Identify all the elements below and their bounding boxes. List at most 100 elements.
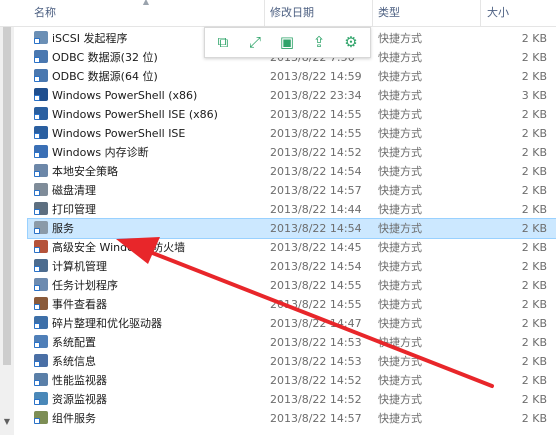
file-row[interactable]: 系统配置 2013/8/22 14:53 快捷方式 2 KB — [28, 333, 556, 352]
file-name: 碎片整理和优化驱动器 — [52, 317, 162, 330]
file-date: 2013/8/22 14:52 — [270, 374, 362, 387]
file-size: 3 KB — [521, 89, 547, 102]
file-size: 2 KB — [521, 108, 547, 121]
gear-icon[interactable]: ⚙ — [339, 31, 363, 53]
shortcut-icon — [34, 354, 49, 369]
file-row[interactable]: Windows 内存诊断 2013/8/22 14:52 快捷方式 2 KB — [28, 143, 556, 162]
file-row[interactable]: ODBC 数据源(64 位) 2013/8/22 14:59 快捷方式 2 KB — [28, 67, 556, 86]
shortcut-icon — [34, 126, 49, 141]
file-row[interactable]: 计算机管理 2013/8/22 14:54 快捷方式 2 KB — [28, 257, 556, 276]
file-type: 快捷方式 — [378, 146, 422, 159]
shortcut-icon — [34, 31, 49, 46]
file-type: 快捷方式 — [378, 51, 422, 64]
file-type: 快捷方式 — [378, 203, 422, 216]
file-size: 2 KB — [521, 165, 547, 178]
shortcut-icon — [34, 278, 49, 293]
file-type: 快捷方式 — [378, 336, 422, 349]
file-date: 2013/8/22 14:55 — [270, 108, 362, 121]
scroll-down-icon[interactable]: ▼ — [2, 417, 12, 427]
shortcut-icon — [34, 88, 49, 103]
file-type: 快捷方式 — [378, 412, 422, 425]
file-name: 任务计划程序 — [52, 279, 118, 292]
shortcut-icon — [34, 145, 49, 160]
file-date: 2013/8/22 14:53 — [270, 355, 362, 368]
file-type: 快捷方式 — [378, 70, 422, 83]
file-row[interactable]: 资源监视器 2013/8/22 14:52 快捷方式 2 KB — [28, 390, 556, 409]
shortcut-icon — [34, 392, 49, 407]
column-header-type[interactable]: 类型 — [378, 5, 400, 21]
file-size: 2 KB — [521, 336, 547, 349]
file-row[interactable]: Windows PowerShell ISE (x86) 2013/8/22 14… — [28, 105, 556, 124]
file-name: 系统信息 — [52, 355, 96, 368]
column-divider[interactable] — [264, 0, 265, 26]
column-header-name[interactable]: 名称 — [34, 5, 56, 21]
column-header-size[interactable]: 大小 — [487, 5, 509, 21]
shortcut-icon — [34, 373, 49, 388]
file-date: 2013/8/22 14:54 — [270, 260, 362, 273]
column-divider[interactable] — [372, 0, 373, 26]
share-icon[interactable]: ⇪ — [307, 31, 331, 53]
file-date: 2013/8/22 14:45 — [270, 241, 362, 254]
shortcut-icon — [34, 69, 49, 84]
file-size: 2 KB — [521, 203, 547, 216]
file-row[interactable]: Windows PowerShell (x86) 2013/8/22 23:34 快… — [28, 86, 556, 105]
file-row[interactable]: 打印管理 2013/8/22 14:44 快捷方式 2 KB — [28, 200, 556, 219]
file-type: 快捷方式 — [378, 317, 422, 330]
file-size: 2 KB — [521, 393, 547, 406]
file-size: 2 KB — [521, 279, 547, 292]
file-name: Windows PowerShell ISE (x86) — [52, 108, 218, 121]
file-size: 2 KB — [521, 70, 547, 83]
file-type: 快捷方式 — [378, 393, 422, 406]
file-date: 2013/8/22 14:55 — [270, 279, 362, 292]
file-size: 2 KB — [521, 127, 547, 140]
vertical-scrollbar[interactable]: ▲ ▼ — [0, 0, 14, 435]
column-divider[interactable] — [480, 0, 481, 26]
expand-icon[interactable]: ⤢ — [243, 31, 267, 53]
file-type: 快捷方式 — [378, 279, 422, 292]
file-row[interactable]: 服务 2013/8/22 14:54 快捷方式 2 KB — [27, 218, 556, 239]
file-date: 2013/8/22 14:53 — [270, 336, 362, 349]
file-name: 高级安全 Windows 防火墙 — [52, 241, 186, 254]
file-row[interactable]: Windows PowerShell ISE 2013/8/22 14:55 快捷方… — [28, 124, 556, 143]
column-header-date[interactable]: 修改日期 — [270, 5, 314, 21]
file-size: 2 KB — [521, 317, 547, 330]
shortcut-icon — [34, 164, 49, 179]
file-date: 2013/8/22 23:34 — [270, 89, 362, 102]
file-type: 快捷方式 — [378, 184, 422, 197]
shortcut-icon — [34, 221, 49, 236]
file-name: 本地安全策略 — [52, 165, 118, 178]
file-size: 2 KB — [521, 146, 547, 159]
shortcut-icon — [34, 411, 49, 426]
shortcut-icon — [34, 240, 49, 255]
file-type: 快捷方式 — [378, 374, 422, 387]
file-row[interactable]: 事件查看器 2013/8/22 14:55 快捷方式 2 KB — [28, 295, 556, 314]
file-size: 2 KB — [521, 298, 547, 311]
file-date: 2013/8/22 14:54 — [270, 165, 362, 178]
file-size: 2 KB — [521, 51, 547, 64]
file-date: 2013/8/22 14:44 — [270, 203, 362, 216]
file-row[interactable]: 系统信息 2013/8/22 14:53 快捷方式 2 KB — [28, 352, 556, 371]
file-size: 2 KB — [521, 412, 547, 425]
save-icon[interactable]: ▣ — [275, 31, 299, 53]
file-name: 资源监视器 — [52, 393, 107, 406]
file-date: 2013/8/22 14:59 — [270, 70, 362, 83]
file-name: Windows 内存诊断 — [52, 146, 149, 159]
shortcut-icon — [34, 107, 49, 122]
file-row[interactable]: 本地安全策略 2013/8/22 14:54 快捷方式 2 KB — [28, 162, 556, 181]
file-type: 快捷方式 — [378, 32, 422, 45]
file-type: 快捷方式 — [378, 355, 422, 368]
file-date: 2013/8/22 14:47 — [270, 317, 362, 330]
shortcut-icon — [34, 50, 49, 65]
file-row[interactable]: 任务计划程序 2013/8/22 14:55 快捷方式 2 KB — [28, 276, 556, 295]
file-row[interactable]: 性能监视器 2013/8/22 14:52 快捷方式 2 KB — [28, 371, 556, 390]
file-date: 2013/8/22 14:55 — [270, 127, 362, 140]
copy-icon[interactable]: ⧉ — [211, 31, 235, 53]
file-row[interactable]: 组件服务 2013/8/22 14:57 快捷方式 2 KB — [28, 409, 556, 428]
file-type: 快捷方式 — [378, 260, 422, 273]
file-name: 组件服务 — [52, 412, 96, 425]
scrollbar-thumb[interactable] — [3, 8, 11, 365]
file-name: 打印管理 — [52, 203, 96, 216]
file-row[interactable]: 碎片整理和优化驱动器 2013/8/22 14:47 快捷方式 2 KB — [28, 314, 556, 333]
file-row[interactable]: 高级安全 Windows 防火墙 2013/8/22 14:45 快捷方式 2 KB — [28, 238, 556, 257]
file-row[interactable]: 磁盘清理 2013/8/22 14:57 快捷方式 2 KB — [28, 181, 556, 200]
